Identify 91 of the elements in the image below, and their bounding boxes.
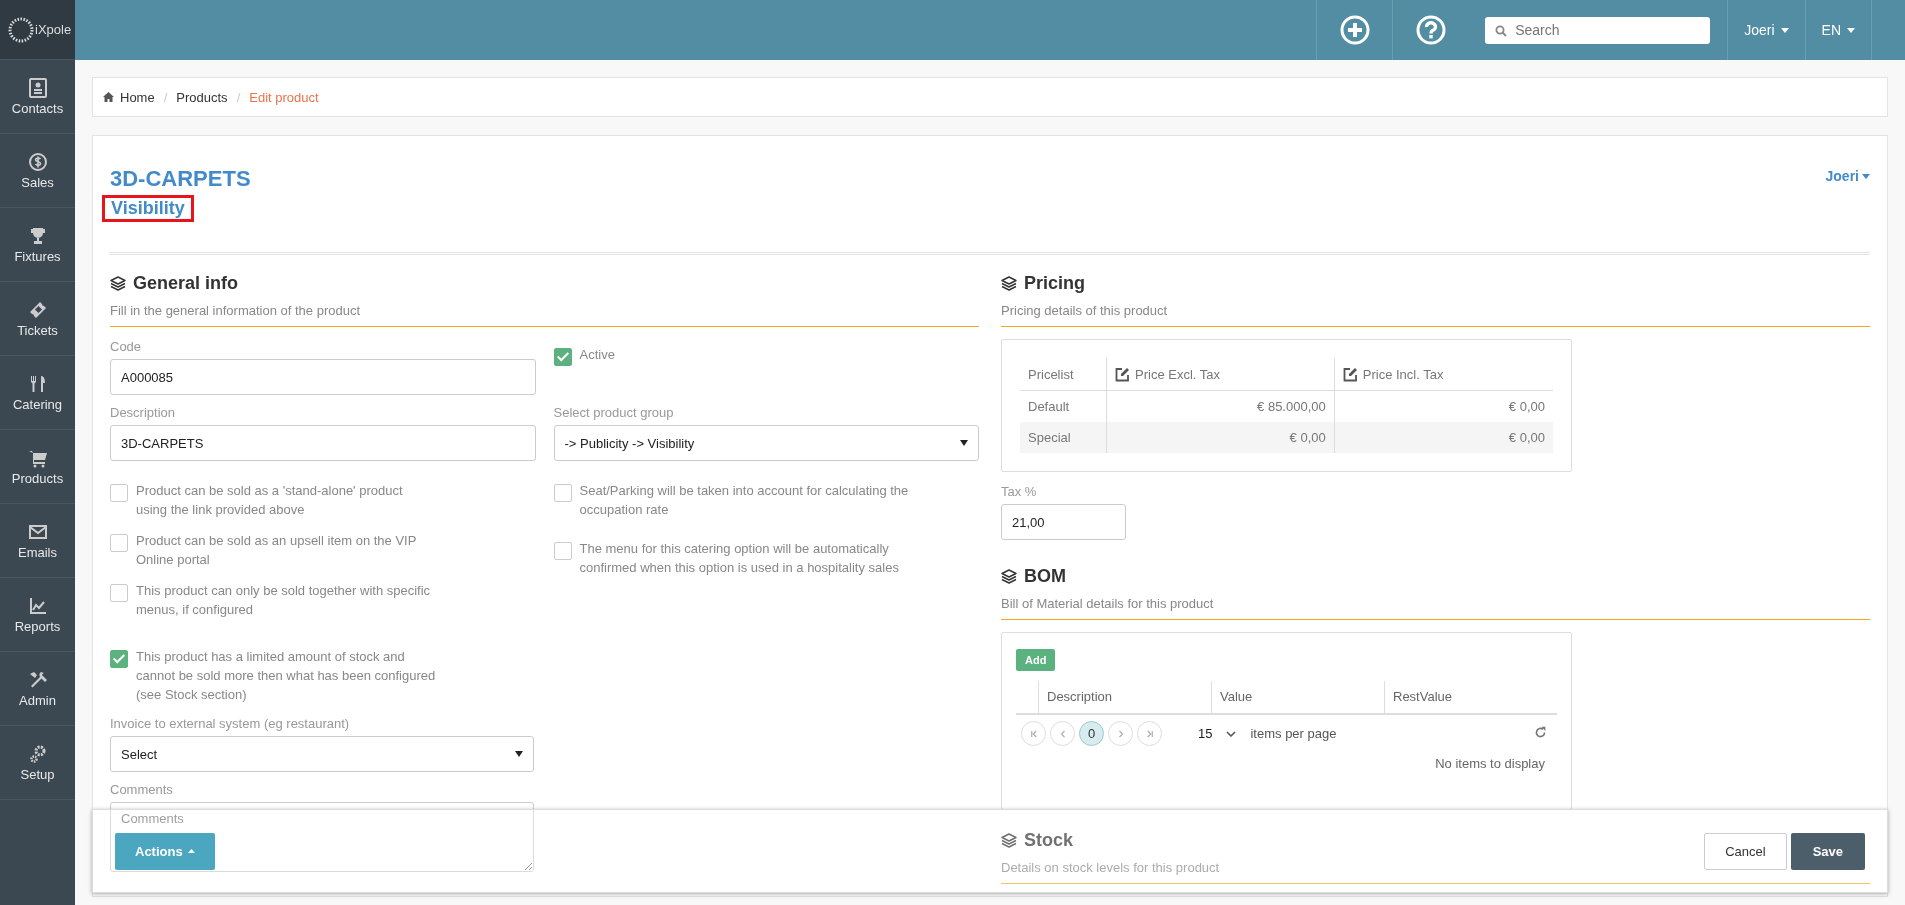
table-cell: € 0,00 (1106, 422, 1335, 453)
checkbox[interactable] (110, 584, 128, 602)
section-heading: Stock (1001, 830, 1074, 851)
sidebar-item[interactable]: Products (0, 430, 75, 504)
select-field[interactable]: Select (110, 736, 535, 772)
select-field[interactable]: -> Publicity -> Visibility (553, 425, 979, 461)
refresh-icon (1534, 725, 1547, 739)
checkbox[interactable] (553, 348, 572, 366)
checkbox[interactable] (110, 534, 128, 552)
field-label: Select product group (553, 405, 675, 420)
layers-icon (1001, 276, 1017, 291)
gears-icon (27, 743, 48, 764)
owner-menu[interactable]: Joeri (1825, 166, 1870, 186)
caret-icon (960, 440, 968, 446)
layers-icon (1001, 569, 1017, 584)
section-description: Bill of Material details for this product (1001, 596, 1215, 611)
sidebar-item[interactable]: Catering (0, 356, 75, 430)
empty-message: No items to display (1434, 756, 1546, 771)
column-header: Pricelist (1020, 358, 1107, 391)
checkbox-label: Product can be sold as a 'stand-alone' product using the link provided above (136, 482, 404, 519)
line-chart-icon (27, 595, 48, 616)
input-field[interactable]: 3D-CARPETS (110, 425, 536, 461)
section-heading: General info (110, 273, 979, 294)
column-header: Description (1038, 681, 1211, 713)
search-icon (1495, 24, 1508, 37)
field-label: Description (110, 405, 177, 420)
home-icon (103, 92, 114, 102)
checkbox-label: The menu for this catering option will be automatically confirmed when this option is used in a hospitality sales (579, 540, 900, 577)
product-title: 3D-CARPETS (110, 166, 251, 192)
caret-icon (515, 751, 524, 757)
language-menu[interactable]: EN (1804, 0, 1872, 60)
column-header: Price Incl. Tax (1334, 358, 1553, 391)
breadcrumb-link[interactable]: Home (120, 89, 155, 105)
column-header: Price Excl. Tax (1106, 358, 1335, 391)
checkbox-label: Product can be sold as an upsell item on the VIP Online portal (136, 532, 418, 569)
sidebar-item[interactable]: Setup (0, 726, 75, 800)
dollar-icon (27, 151, 48, 172)
caret-up-icon (187, 849, 195, 853)
field-label: Tax % (1001, 484, 1038, 499)
plus-circle-icon (1339, 15, 1370, 45)
sidebar-item[interactable]: Tickets (0, 282, 75, 356)
column-header: RestValue (1384, 681, 1557, 713)
caret-icon (1862, 173, 1870, 179)
sidebar-item[interactable]: Reports (0, 578, 75, 652)
sidebar-item[interactable]: Admin (0, 652, 75, 726)
layers-icon (1001, 833, 1017, 848)
user-menu[interactable]: Joeri (1727, 0, 1805, 60)
question-circle-icon (1415, 15, 1446, 45)
breadcrumb-separator: / (236, 89, 241, 105)
breadcrumb-link[interactable]: Products (176, 89, 228, 105)
checkbox[interactable] (110, 650, 128, 668)
sidebar-item[interactable]: Sales (0, 134, 75, 208)
layers-icon (110, 276, 126, 291)
input-field[interactable]: A000085 (110, 359, 536, 395)
input-field[interactable]: 21,00 (1001, 504, 1126, 540)
page-button[interactable]: 0 (1079, 721, 1104, 746)
section-description: Pricing details of this product (1001, 303, 1169, 318)
cancel-button[interactable]: Cancel (1704, 832, 1787, 870)
search-field[interactable]: Search (1485, 16, 1711, 44)
page-size-dropdown[interactable]: 15 (1198, 726, 1237, 741)
checkbox[interactable] (110, 484, 128, 502)
field-label: Comments (110, 782, 174, 797)
sidebar-item[interactable]: Contacts (0, 60, 75, 134)
section-heading: Pricing (1001, 273, 1870, 294)
product-group-subtitle: Visibility (102, 195, 194, 222)
checkbox-label: Seat/Parking will be taken into account for calculating the occupation rate (579, 482, 910, 519)
checkbox-label: This product has a limited amount of stock and cannot be sold more then what has been configured (see Stock section) (136, 648, 436, 704)
caret-icon (1847, 27, 1855, 33)
table-cell: € 0,00 (1334, 422, 1553, 453)
section-description: Fill in the general information of the product (110, 303, 362, 318)
table-cell: Special (1020, 422, 1107, 453)
field-label: Code (110, 339, 143, 354)
sidebar-item[interactable]: Fixtures (0, 208, 75, 282)
section-description: Details on stock levels for this product (1001, 860, 1220, 875)
caret-icon (1780, 27, 1789, 33)
sidebar-item[interactable]: Emails (0, 504, 75, 578)
checkbox-label: This product can only be sold together with specific menus, if configured (136, 582, 432, 619)
section-heading: BOM (1001, 566, 1870, 587)
column-header: Value (1211, 681, 1384, 713)
chevron-down-icon (1226, 730, 1237, 737)
checkbox[interactable] (553, 542, 572, 560)
checkbox[interactable] (553, 484, 572, 502)
logo-text: iXpole (35, 22, 72, 37)
table-cell: Default (1020, 390, 1107, 422)
contact-card-icon (27, 77, 48, 98)
dotted-circle-icon (8, 16, 34, 43)
save-button[interactable]: Save (1790, 832, 1865, 870)
field-label: Invoice to external system (eg restaurant) (110, 716, 351, 731)
breadcrumb-separator: / (163, 89, 168, 105)
checkbox-label: Active (579, 346, 616, 364)
page-size-label: items per page (1250, 726, 1337, 741)
